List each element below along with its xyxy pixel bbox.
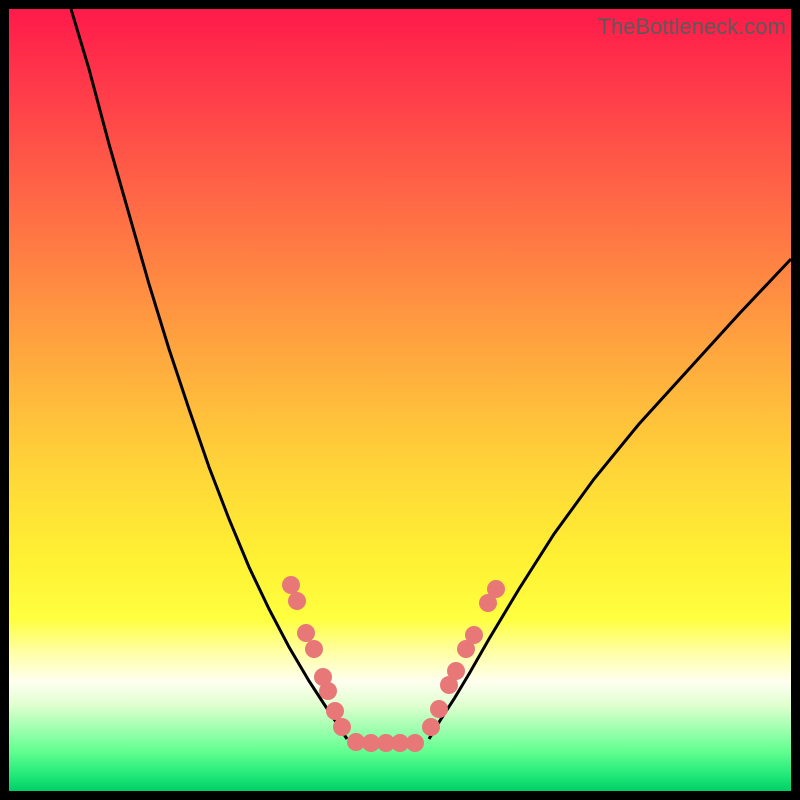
data-dot (288, 592, 306, 610)
data-dot (282, 576, 300, 594)
data-dot (430, 700, 448, 718)
curve-right (429, 259, 791, 739)
data-dot (465, 626, 483, 644)
dots-group (282, 576, 505, 752)
data-dot (406, 734, 424, 752)
data-dot (447, 662, 465, 680)
curve-svg (9, 9, 791, 791)
data-dot (305, 640, 323, 658)
data-dot (422, 718, 440, 736)
watermark-text: TheBottleneck.com (598, 14, 786, 40)
chart-area (9, 9, 791, 791)
data-dot (326, 702, 344, 720)
data-dot (487, 580, 505, 598)
data-dot (297, 624, 315, 642)
data-dot (333, 718, 351, 736)
data-dot (319, 682, 337, 700)
